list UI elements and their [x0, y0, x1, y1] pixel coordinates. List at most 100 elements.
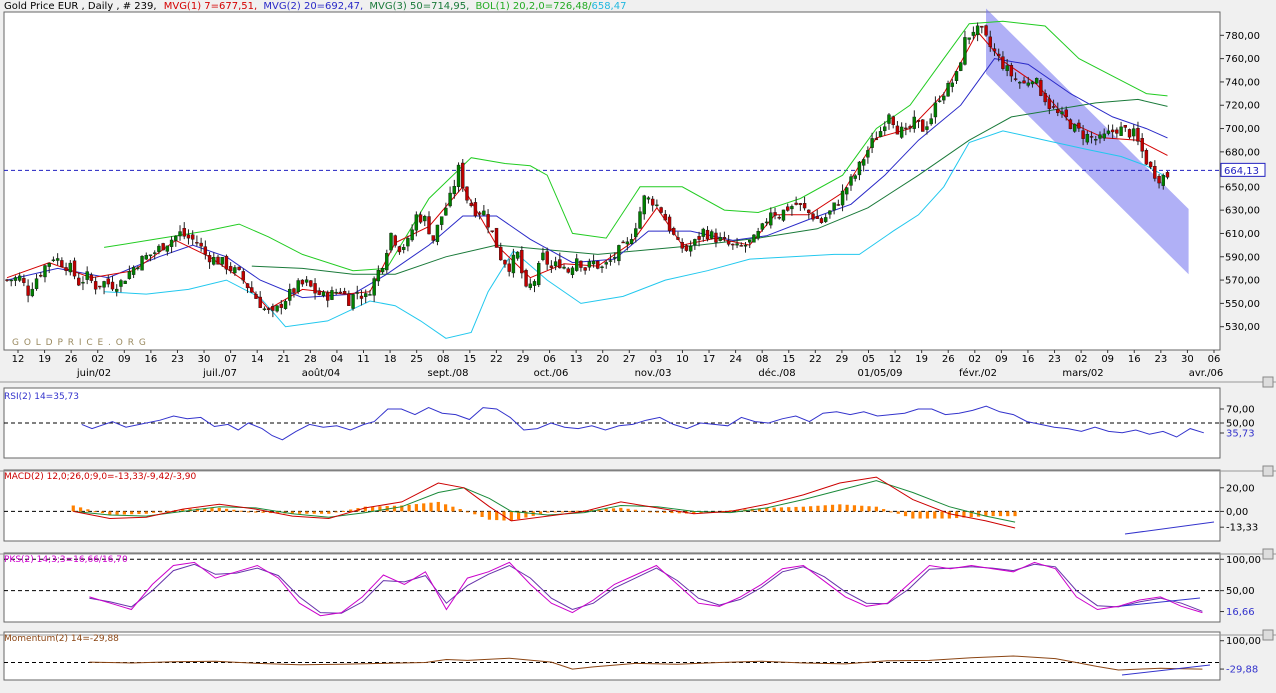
date-tick-label: 06	[543, 354, 556, 365]
price-tick-label: 550,00	[1225, 299, 1260, 310]
price-tick-label: 740,00	[1225, 77, 1260, 88]
candle-body	[942, 95, 946, 101]
candle-body	[937, 100, 942, 102]
macd-histogram-bar	[349, 509, 353, 512]
candle-body	[722, 237, 727, 239]
date-tick-label: 27	[623, 354, 636, 365]
candle-body	[444, 207, 448, 216]
candle-body	[1102, 133, 1106, 139]
macd-histogram-bar	[217, 507, 221, 512]
candle-body	[946, 83, 950, 97]
candle-body	[266, 308, 271, 311]
candle-body	[195, 242, 199, 244]
macd-histogram-bar	[991, 511, 995, 517]
candle-body	[212, 257, 216, 265]
date-tick-label: 09	[995, 354, 1008, 365]
date-tick-label: 12	[12, 354, 25, 365]
month-label: août/04	[302, 367, 341, 379]
candle-body	[1081, 130, 1085, 139]
candle-body	[1034, 77, 1039, 84]
candle-body	[435, 224, 440, 242]
candle-body	[739, 245, 743, 247]
macd-histogram-bar	[130, 511, 134, 515]
date-tick-label: 18	[384, 354, 397, 365]
candle-body	[43, 265, 47, 278]
pks-title: PKS(2) 14;3;3=16,66/16,70	[4, 555, 128, 565]
candle-body	[60, 260, 64, 268]
date-tick-label: 02	[91, 354, 104, 365]
candle-body	[283, 301, 288, 309]
macd-histogram-bar	[838, 504, 842, 512]
macd-histogram-bar	[341, 510, 345, 512]
date-tick-label: 09	[1101, 354, 1114, 365]
date-tick-label: 13	[570, 354, 583, 365]
candle-body	[473, 202, 478, 217]
date-tick-label: 22	[809, 354, 822, 365]
candle-body	[148, 254, 153, 257]
candle-body	[600, 266, 604, 269]
candle-body	[773, 212, 777, 216]
candle-body	[1165, 172, 1170, 178]
candle-body	[891, 116, 895, 126]
candle-body	[959, 62, 963, 71]
candle-body	[503, 259, 507, 265]
macd-histogram-bar	[794, 506, 798, 512]
candle-body	[1089, 136, 1094, 138]
macd-histogram-bar	[852, 505, 857, 512]
candle-body	[511, 254, 516, 274]
candle-body	[1132, 128, 1136, 137]
candle-body	[541, 252, 545, 260]
candle-body	[342, 291, 347, 294]
candle-body	[659, 207, 663, 213]
candle-body	[216, 256, 220, 265]
candle-body	[13, 277, 18, 281]
candle-body	[1153, 166, 1157, 179]
macd-histogram-bar	[801, 506, 805, 512]
candle-body	[165, 245, 170, 252]
candle-body	[1043, 93, 1047, 103]
macd-histogram-bar	[619, 507, 623, 512]
candle-body	[64, 267, 68, 271]
macd-histogram-bar	[458, 509, 462, 512]
candle-body	[1026, 82, 1030, 86]
candle-body	[224, 255, 229, 270]
candle-body	[68, 262, 73, 273]
candle-body	[439, 216, 444, 225]
macd-histogram-bar	[882, 509, 886, 512]
candle-body	[967, 37, 971, 40]
macd-histogram-bar	[115, 511, 119, 515]
candle-body	[1068, 119, 1073, 130]
candle-body	[984, 25, 988, 36]
candle-body	[469, 202, 473, 206]
current-price-label: 664,13	[1224, 166, 1259, 177]
candle-body	[638, 211, 642, 229]
candle-body	[870, 138, 874, 148]
candle-body	[220, 257, 224, 265]
macd-panel-separator-button	[1262, 548, 1274, 560]
candle-body	[731, 243, 735, 246]
candle-body	[178, 231, 182, 237]
price-tick-label: 590,00	[1225, 252, 1260, 263]
candle-body	[764, 221, 769, 224]
macd-histogram-bar	[568, 511, 572, 513]
candle-body	[1098, 134, 1102, 139]
macd-histogram-bar	[297, 511, 302, 514]
candle-body	[385, 252, 389, 271]
macd-histogram-bar	[305, 511, 309, 514]
candle-body	[1047, 98, 1052, 109]
candle-body	[684, 245, 689, 251]
candle-body	[583, 267, 587, 271]
pks-tick-label: 100,00	[1226, 555, 1261, 566]
date-tick-label: 15	[463, 354, 476, 365]
candle-body	[912, 116, 916, 129]
date-tick-label: 23	[171, 354, 184, 365]
candle-body	[72, 260, 77, 277]
candle-body	[980, 25, 984, 28]
candle-body	[1001, 56, 1005, 69]
candle-body	[359, 295, 364, 299]
candle-body	[794, 202, 798, 205]
candle-body	[777, 217, 781, 219]
date-tick-label: 23	[1154, 354, 1167, 365]
macd-histogram-bar	[319, 511, 324, 514]
candle-body	[22, 278, 26, 283]
